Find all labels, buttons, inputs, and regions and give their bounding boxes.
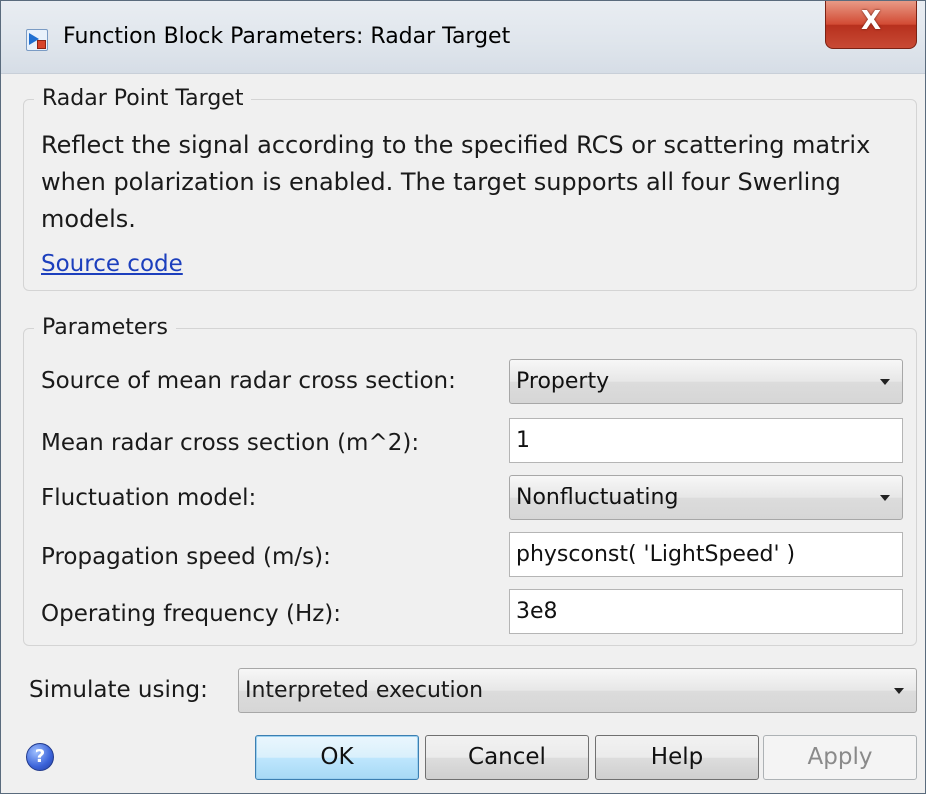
help-button[interactable]: Help [595,735,759,780]
mean-rcs-label: Mean radar cross section (m^2): [41,430,420,456]
rcs-source-label: Source of mean radar cross section: [41,368,456,394]
rcs-source-dropdown[interactable]: Property [509,359,903,404]
ok-button[interactable]: OK [255,735,419,780]
simulate-using-label: Simulate using: [29,677,208,703]
window-title: Function Block Parameters: Radar Target [63,24,511,49]
propagation-speed-field[interactable]: physconst( 'LightSpeed' ) [509,532,903,577]
close-button[interactable]: X [825,1,917,49]
operating-frequency-label: Operating frequency (Hz): [41,601,342,627]
title-bar: Function Block Parameters: Radar Target … [1,1,925,74]
simulate-using-dropdown[interactable]: Interpreted execution [238,668,917,713]
operating-frequency-value: 3e8 [516,599,558,624]
chevron-down-icon [880,379,890,385]
operating-frequency-field[interactable]: 3e8 [509,589,903,634]
parameters-group-legend: Parameters [34,315,176,340]
mean-rcs-value: 1 [516,428,530,453]
chevron-down-icon [880,495,890,501]
propagation-speed-value: physconst( 'LightSpeed' ) [516,542,796,567]
help-icon[interactable]: ? [26,743,54,771]
rcs-source-value: Property [516,369,610,394]
simulate-using-value: Interpreted execution [245,678,484,703]
fluctuation-model-dropdown[interactable]: Nonfluctuating [509,475,903,520]
dialog-window: Function Block Parameters: Radar Target … [0,0,926,794]
fluctuation-model-label: Fluctuation model: [41,485,257,511]
block-description: Reflect the signal according to the spec… [41,131,871,233]
apply-button[interactable]: Apply [763,735,917,780]
mean-rcs-field[interactable]: 1 [509,418,903,463]
fluctuation-model-value: Nonfluctuating [516,485,679,510]
chevron-down-icon [894,688,904,694]
close-icon: X [860,6,882,36]
description-group-legend: Radar Point Target [34,86,252,111]
cancel-button[interactable]: Cancel [425,735,589,780]
source-code-link[interactable]: Source code [41,251,183,277]
simulink-block-icon [26,29,48,51]
propagation-speed-label: Propagation speed (m/s): [41,544,331,570]
